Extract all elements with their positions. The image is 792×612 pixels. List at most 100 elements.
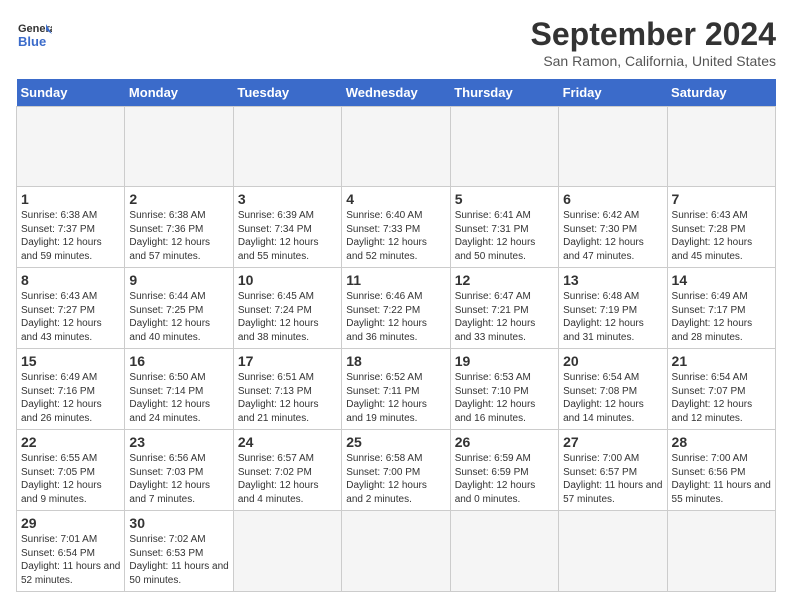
day-number: 8 — [21, 272, 120, 288]
day-number: 29 — [21, 515, 120, 531]
cell-info: Sunrise: 6:43 AMSunset: 7:28 PMDaylight:… — [672, 209, 771, 263]
day-number: 3 — [238, 191, 337, 207]
calendar-cell — [667, 107, 775, 187]
day-number: 18 — [346, 353, 445, 369]
day-number: 19 — [455, 353, 554, 369]
day-number: 12 — [455, 272, 554, 288]
calendar-cell — [342, 107, 450, 187]
day-number: 14 — [672, 272, 771, 288]
svg-text:Blue: Blue — [18, 34, 46, 49]
day-number: 15 — [21, 353, 120, 369]
calendar-cell — [559, 107, 667, 187]
day-number: 25 — [346, 434, 445, 450]
calendar-week-4: 22 Sunrise: 6:55 AMSunset: 7:05 PMDayligh… — [17, 430, 776, 511]
calendar-cell: 12 Sunrise: 6:47 AMSunset: 7:21 PMDayligh… — [450, 268, 558, 349]
calendar-cell — [450, 511, 558, 592]
calendar-cell: 26Sunrise: 6:59 AMSunset: 6:59 PMDayligh… — [450, 430, 558, 511]
calendar-cell — [450, 107, 558, 187]
calendar-cell: 6Sunrise: 6:42 AMSunset: 7:30 PMDaylight… — [559, 187, 667, 268]
day-number: 20 — [563, 353, 662, 369]
calendar-cell: 16 Sunrise: 6:50 AMSunset: 7:14 PMDayligh… — [125, 349, 233, 430]
calendar-cell: 15Sunrise: 6:49 AMSunset: 7:16 PMDayligh… — [17, 349, 125, 430]
day-header-sunday: Sunday — [17, 79, 125, 107]
cell-info: Sunrise: 6:42 AMSunset: 7:30 PMDaylight:… — [563, 209, 662, 263]
calendar-cell: 11Sunrise: 6:46 AMSunset: 7:22 PMDayligh… — [342, 268, 450, 349]
cell-info: Sunrise: 6:54 AMSunset: 7:08 PMDaylight:… — [563, 371, 662, 425]
calendar-cell: 4Sunrise: 6:40 AMSunset: 7:33 PMDaylight… — [342, 187, 450, 268]
calendar-cell: 27 Sunrise: 7:00 AMSunset: 6:57 PMDayligh… — [559, 430, 667, 511]
cell-info: Sunrise: 6:54 AMSunset: 7:07 PMDaylight:… — [672, 371, 771, 425]
day-number: 30 — [129, 515, 228, 531]
page-header: General Blue September 2024 San Ramon, C… — [16, 16, 776, 69]
cell-info: Sunrise: 7:01 AMSunset: 6:54 PMDaylight:… — [21, 533, 120, 587]
cell-info: Sunrise: 6:55 AMSunset: 7:05 PMDaylight:… — [21, 452, 120, 506]
day-number: 24 — [238, 434, 337, 450]
calendar-cell: 3 Sunrise: 6:39 AMSunset: 7:34 PMDaylight… — [233, 187, 341, 268]
day-header-wednesday: Wednesday — [342, 79, 450, 107]
cell-info: Sunrise: 6:47 AMSunset: 7:21 PMDaylight:… — [455, 290, 554, 344]
calendar-cell: 30 Sunrise: 7:02 AMSunset: 6:53 PMDayligh… — [125, 511, 233, 592]
cell-info: Sunrise: 6:39 AMSunset: 7:34 PMDaylight:… — [238, 209, 337, 263]
calendar-cell: 13Sunrise: 6:48 AMSunset: 7:19 PMDayligh… — [559, 268, 667, 349]
calendar-cell: 19 Sunrise: 6:53 AMSunset: 7:10 PMDayligh… — [450, 349, 558, 430]
cell-info: Sunrise: 6:38 AMSunset: 7:37 PMDaylight:… — [21, 209, 120, 263]
calendar-cell — [233, 107, 341, 187]
logo-icon: General Blue — [16, 16, 52, 52]
cell-info: Sunrise: 6:58 AMSunset: 7:00 PMDaylight:… — [346, 452, 445, 506]
calendar-cell — [125, 107, 233, 187]
cell-info: Sunrise: 6:41 AMSunset: 7:31 PMDaylight:… — [455, 209, 554, 263]
cell-info: Sunrise: 6:43 AMSunset: 7:27 PMDaylight:… — [21, 290, 120, 344]
calendar-cell: 23 Sunrise: 6:56 AMSunset: 7:03 PMDayligh… — [125, 430, 233, 511]
calendar-cell: 28Sunrise: 7:00 AMSunset: 6:56 PMDayligh… — [667, 430, 775, 511]
calendar-cell — [17, 107, 125, 187]
calendar-cell: 17Sunrise: 6:51 AMSunset: 7:13 PMDayligh… — [233, 349, 341, 430]
calendar-cell: 20 Sunrise: 6:54 AMSunset: 7:08 PMDayligh… — [559, 349, 667, 430]
day-number: 22 — [21, 434, 120, 450]
day-number: 16 — [129, 353, 228, 369]
day-number: 7 — [672, 191, 771, 207]
logo: General Blue — [16, 16, 52, 52]
day-number: 23 — [129, 434, 228, 450]
day-number: 26 — [455, 434, 554, 450]
calendar-week-1: 1Sunrise: 6:38 AMSunset: 7:37 PMDaylight… — [17, 187, 776, 268]
calendar-cell — [233, 511, 341, 592]
day-header-saturday: Saturday — [667, 79, 775, 107]
calendar-cell — [667, 511, 775, 592]
days-header-row: SundayMondayTuesdayWednesdayThursdayFrid… — [17, 79, 776, 107]
cell-info: Sunrise: 6:52 AMSunset: 7:11 PMDaylight:… — [346, 371, 445, 425]
calendar-week-2: 8 Sunrise: 6:43 AMSunset: 7:27 PMDaylight… — [17, 268, 776, 349]
day-number: 2 — [129, 191, 228, 207]
cell-info: Sunrise: 6:45 AMSunset: 7:24 PMDaylight:… — [238, 290, 337, 344]
calendar-week-5: 29 Sunrise: 7:01 AMSunset: 6:54 PMDayligh… — [17, 511, 776, 592]
calendar-cell: 21 Sunrise: 6:54 AMSunset: 7:07 PMDayligh… — [667, 349, 775, 430]
month-title: September 2024 — [531, 16, 776, 53]
day-header-monday: Monday — [125, 79, 233, 107]
calendar-cell: 7 Sunrise: 6:43 AMSunset: 7:28 PMDaylight… — [667, 187, 775, 268]
calendar-cell: 18 Sunrise: 6:52 AMSunset: 7:11 PMDayligh… — [342, 349, 450, 430]
cell-info: Sunrise: 6:48 AMSunset: 7:19 PMDaylight:… — [563, 290, 662, 344]
cell-info: Sunrise: 6:38 AMSunset: 7:36 PMDaylight:… — [129, 209, 228, 263]
cell-info: Sunrise: 6:57 AMSunset: 7:02 PMDaylight:… — [238, 452, 337, 506]
calendar-body: 1Sunrise: 6:38 AMSunset: 7:37 PMDaylight… — [17, 107, 776, 592]
calendar-cell: 29 Sunrise: 7:01 AMSunset: 6:54 PMDayligh… — [17, 511, 125, 592]
cell-info: Sunrise: 7:00 AMSunset: 6:56 PMDaylight:… — [672, 452, 771, 506]
day-number: 27 — [563, 434, 662, 450]
day-number: 21 — [672, 353, 771, 369]
cell-info: Sunrise: 7:00 AMSunset: 6:57 PMDaylight:… — [563, 452, 662, 506]
calendar-cell — [342, 511, 450, 592]
calendar-cell: 22 Sunrise: 6:55 AMSunset: 7:05 PMDayligh… — [17, 430, 125, 511]
cell-info: Sunrise: 7:02 AMSunset: 6:53 PMDaylight:… — [129, 533, 228, 587]
calendar-cell: 8 Sunrise: 6:43 AMSunset: 7:27 PMDaylight… — [17, 268, 125, 349]
cell-info: Sunrise: 6:56 AMSunset: 7:03 PMDaylight:… — [129, 452, 228, 506]
calendar-cell: 25 Sunrise: 6:58 AMSunset: 7:00 PMDayligh… — [342, 430, 450, 511]
calendar-week-3: 15Sunrise: 6:49 AMSunset: 7:16 PMDayligh… — [17, 349, 776, 430]
cell-info: Sunrise: 6:53 AMSunset: 7:10 PMDaylight:… — [455, 371, 554, 425]
calendar-cell — [559, 511, 667, 592]
cell-info: Sunrise: 6:44 AMSunset: 7:25 PMDaylight:… — [129, 290, 228, 344]
cell-info: Sunrise: 6:50 AMSunset: 7:14 PMDaylight:… — [129, 371, 228, 425]
day-number: 10 — [238, 272, 337, 288]
cell-info: Sunrise: 6:49 AMSunset: 7:17 PMDaylight:… — [672, 290, 771, 344]
day-header-tuesday: Tuesday — [233, 79, 341, 107]
calendar-week-0 — [17, 107, 776, 187]
day-header-friday: Friday — [559, 79, 667, 107]
